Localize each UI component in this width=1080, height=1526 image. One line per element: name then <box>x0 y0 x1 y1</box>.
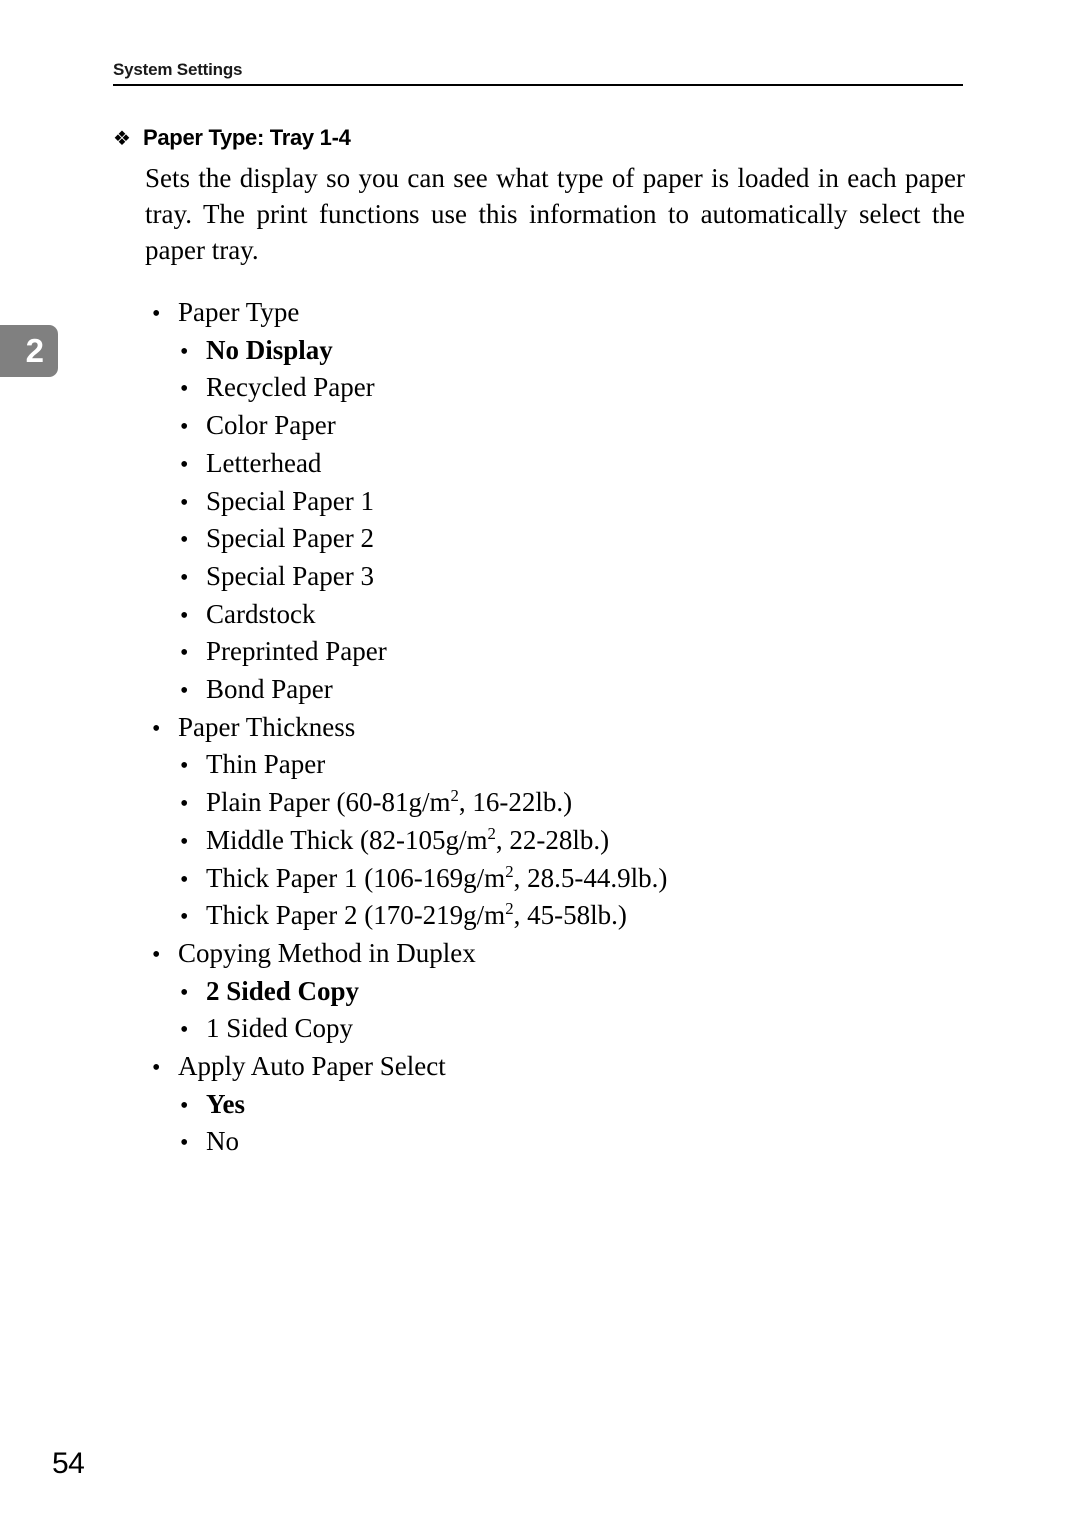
list-item: • Letterhead <box>113 446 965 484</box>
list-item: • Special Paper 3 <box>113 559 965 597</box>
header-rule <box>113 84 963 86</box>
bullet-icon: • <box>180 979 189 1006</box>
list-item: • No Display <box>113 333 965 371</box>
bullet-icon: • <box>180 489 189 516</box>
list-item: • Cardstock <box>113 597 965 635</box>
bullet-icon: • <box>180 1130 189 1157</box>
list-item-label: No Display <box>206 334 333 365</box>
list-item-label: Paper Type <box>178 297 300 327</box>
bullet-icon: • <box>152 941 161 968</box>
list-item-label: Apply Auto Paper Select <box>178 1051 446 1082</box>
list-item: • Yes <box>113 1087 965 1125</box>
page-number: 54 <box>52 1447 85 1480</box>
bullet-icon: • <box>180 1017 189 1044</box>
list-item: • Copying Method in Duplex <box>113 936 965 974</box>
chapter-tab: 2 <box>0 325 58 377</box>
section-heading: ❖ Paper Type: Tray 1-4 <box>113 124 965 153</box>
bullet-icon: • <box>180 866 189 893</box>
list-item-label: No <box>206 1126 239 1157</box>
section-heading-text: Paper Type: Tray 1-4 <box>143 125 351 150</box>
list-item: • Special Paper 2 <box>113 521 965 559</box>
list-item: • Thick Paper 2 (170-219g/m2, 45-58lb.) <box>113 898 965 936</box>
list-item-label: Middle Thick (82-105g/m2, 22-28lb.) <box>206 823 610 855</box>
list-item-label: Color Paper <box>206 410 336 441</box>
bullet-icon: • <box>152 301 161 327</box>
bullet-icon: • <box>180 753 189 780</box>
list-item: • Special Paper 1 <box>113 484 965 522</box>
list-item: • Thick Paper 1 (106-169g/m2, 28.5-44.9lb… <box>113 861 965 899</box>
list-item-label: Paper Thickness <box>178 711 356 742</box>
bullet-icon: • <box>180 338 189 365</box>
list-item: • 2 Sided Copy <box>113 974 965 1012</box>
bullet-icon: • <box>180 527 189 554</box>
page-header: System Settings <box>113 60 963 86</box>
list-item-label: Letterhead <box>206 447 322 478</box>
list-item: • Apply Auto Paper Select <box>113 1049 965 1087</box>
header-title: System Settings <box>113 60 243 79</box>
list-item-label: Yes <box>206 1088 245 1119</box>
list-item-label: 1 Sided Copy <box>206 1013 354 1044</box>
document-page: System Settings 2 ❖ Paper Type: Tray 1-4… <box>0 0 1080 1526</box>
list-item: • Color Paper <box>113 408 965 446</box>
section-intro-paragraph: Sets the display so you can see what typ… <box>145 163 965 265</box>
list-item: • Middle Thick (82-105g/m2, 22-28lb.) <box>113 823 965 861</box>
list-item-label: Recycled Paper <box>206 372 375 403</box>
bullet-icon: • <box>180 791 189 818</box>
list-item: • Plain Paper (60-81g/m2, 16-22lb.) <box>113 785 965 823</box>
bullet-icon: • <box>180 904 189 931</box>
bullet-icon: • <box>152 715 161 742</box>
list-item: • Preprinted Paper <box>113 634 965 672</box>
bullet-icon: • <box>180 640 189 667</box>
bullet-icon: • <box>152 1055 161 1082</box>
list-item-label: Special Paper 1 <box>206 485 374 516</box>
list-item: • Thin Paper <box>113 747 965 785</box>
list-item-label: Thin Paper <box>206 749 326 780</box>
settings-option-list: • Paper Type • No Display • Recycled Paper • Co… <box>113 295 965 1162</box>
list-item-label: Special Paper 3 <box>206 560 374 591</box>
list-item-label: Special Paper 2 <box>206 523 374 554</box>
bullet-icon: • <box>180 678 189 705</box>
list-item-label: 2 Sided Copy <box>206 975 360 1006</box>
list-item: • No <box>113 1124 965 1162</box>
list-item-label: Cardstock <box>206 598 316 629</box>
list-item-label: Copying Method in Duplex <box>178 937 476 968</box>
list-item: • Recycled Paper <box>113 370 965 408</box>
list-item: • 1 Sided Copy <box>113 1011 965 1049</box>
list-item: • Paper Thickness <box>113 710 965 748</box>
bullet-icon: • <box>180 564 189 591</box>
list-item-label: Preprinted Paper <box>206 636 387 667</box>
list-item: • Bond Paper <box>113 672 965 710</box>
bullet-icon: • <box>180 451 189 478</box>
list-item-label: Bond Paper <box>206 674 333 705</box>
bullet-icon: • <box>180 828 189 855</box>
list-item-label: Thick Paper 2 (170-219g/m2, 45-58lb.) <box>206 899 627 931</box>
chapter-number: 2 <box>25 332 44 369</box>
diamond-bullet-icon: ❖ <box>113 128 131 150</box>
bullet-icon: • <box>180 414 189 441</box>
list-item: • Paper Type <box>113 295 965 333</box>
bullet-icon: • <box>180 1092 189 1119</box>
bullet-icon: • <box>180 602 189 629</box>
list-item-label: Thick Paper 1 (106-169g/m2, 28.5-44.9lb.… <box>206 861 668 893</box>
bullet-icon: • <box>180 376 189 403</box>
section-body: ❖ Paper Type: Tray 1-4 Sets the display … <box>113 124 965 1162</box>
list-item-label: Plain Paper (60-81g/m2, 16-22lb.) <box>206 786 573 818</box>
